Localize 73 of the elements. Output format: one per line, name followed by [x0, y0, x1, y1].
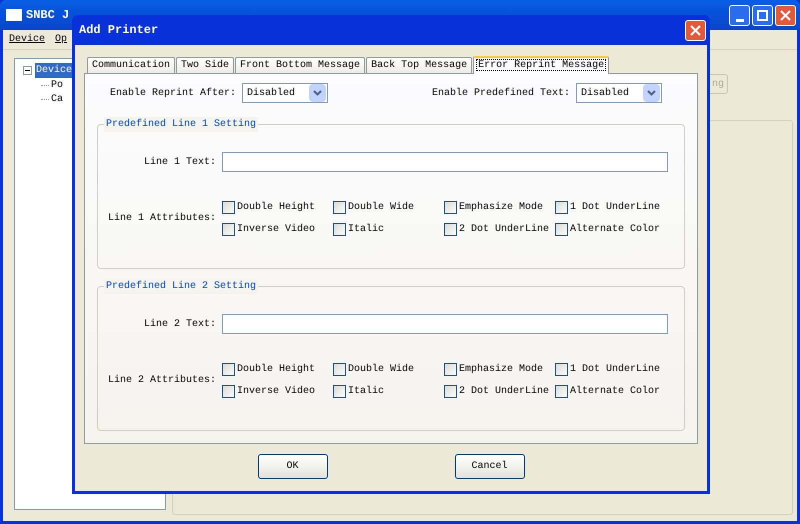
collapse-toggle[interactable]	[23, 66, 32, 75]
dropdown-button[interactable]	[309, 84, 326, 102]
checkbox[interactable]	[333, 200, 346, 214]
tree-item[interactable]: Po	[51, 78, 64, 92]
dropdown-button[interactable]	[643, 84, 660, 102]
dropdown-field[interactable]: Disabled	[576, 83, 662, 103]
maximize-button[interactable]	[752, 5, 773, 26]
group-title: Predefined Line 2 Setting	[104, 279, 258, 294]
checkbox[interactable]	[222, 200, 235, 214]
checkbox-option[interactable]: Italic	[333, 221, 444, 237]
close-icon	[690, 24, 701, 36]
checkbox-option[interactable]: Inverse Video	[222, 221, 333, 237]
chevron-down-icon	[313, 90, 322, 96]
checkbox-option[interactable]: Inverse Video	[222, 383, 333, 399]
app-icon	[6, 9, 22, 21]
field-label: Line 1 Attributes:	[106, 212, 217, 226]
tab[interactable]: Back Top Message	[366, 57, 472, 73]
text-field[interactable]	[222, 152, 668, 172]
dialog-button[interactable]: OK	[258, 454, 328, 479]
field-label: Line 1 Text:	[142, 156, 217, 170]
close-button[interactable]	[685, 20, 706, 40]
tab[interactable]: Front Bottom Message	[235, 57, 366, 73]
dialog-title: Add Printer	[79, 22, 158, 39]
checkbox-option[interactable]: Double Height	[222, 199, 333, 215]
chevron-down-icon	[647, 90, 656, 96]
tab[interactable]: Error Reprint Message	[473, 56, 610, 74]
menu-item[interactable]: Device	[9, 32, 46, 47]
checkbox-option[interactable]: Emphasize Mode	[444, 199, 555, 215]
field-label: Line 2 Text:	[142, 318, 217, 332]
checkbox-option[interactable]: Double Wide	[333, 199, 444, 215]
field-label: Enable Reprint After:	[110, 86, 236, 100]
checkbox[interactable]	[555, 362, 568, 376]
checkbox[interactable]	[222, 384, 235, 398]
tree-item[interactable]: Ca	[51, 92, 64, 106]
checkbox-option[interactable]: Emphasize Mode	[444, 361, 555, 377]
checkbox[interactable]	[555, 384, 568, 398]
checkbox[interactable]	[444, 362, 457, 376]
checkbox[interactable]	[333, 384, 346, 398]
checkbox[interactable]	[444, 222, 457, 236]
field-label: Line 2 Attributes:	[106, 374, 217, 388]
checkbox-option[interactable]: Alternate Color	[555, 383, 666, 399]
tree-item[interactable]: Device	[35, 63, 74, 78]
checkbox[interactable]	[222, 222, 235, 236]
minimize-button[interactable]	[729, 5, 750, 26]
checkbox-option[interactable]: 1 Dot UnderLine	[555, 199, 666, 215]
checkbox[interactable]	[555, 222, 568, 236]
field-label: Enable Predefined Text:	[432, 86, 570, 100]
checkbox-option[interactable]: 1 Dot UnderLine	[555, 361, 666, 377]
text-field[interactable]	[222, 314, 668, 334]
checkbox-option[interactable]: 2 Dot UnderLine	[444, 221, 555, 237]
checkbox-option[interactable]: Double Wide	[333, 361, 444, 377]
checkbox-option[interactable]: Italic	[333, 383, 444, 399]
checkbox[interactable]	[444, 200, 457, 214]
checkbox-option[interactable]: Alternate Color	[555, 221, 666, 237]
maximize-icon	[757, 10, 768, 21]
minimize-icon	[736, 19, 744, 22]
tab[interactable]: Two Side	[176, 57, 234, 73]
dialog-button[interactable]: Cancel	[454, 454, 524, 479]
window-title: SNBC J	[26, 7, 70, 24]
checkbox-option[interactable]: 2 Dot UnderLine	[444, 383, 555, 399]
checkbox[interactable]	[333, 222, 346, 236]
tab[interactable]: Communication	[87, 57, 176, 73]
minus-icon	[25, 70, 30, 71]
close-button[interactable]	[775, 5, 796, 26]
dropdown-field[interactable]: Disabled	[242, 83, 328, 103]
checkbox[interactable]	[444, 384, 457, 398]
close-icon	[780, 10, 791, 21]
checkbox[interactable]	[555, 200, 568, 214]
group-title: Predefined Line 1 Setting	[104, 117, 258, 132]
checkbox[interactable]	[222, 362, 235, 376]
checkbox-option[interactable]: Double Height	[222, 361, 333, 377]
checkbox[interactable]	[333, 362, 346, 376]
menu-item[interactable]: Op	[55, 32, 68, 47]
